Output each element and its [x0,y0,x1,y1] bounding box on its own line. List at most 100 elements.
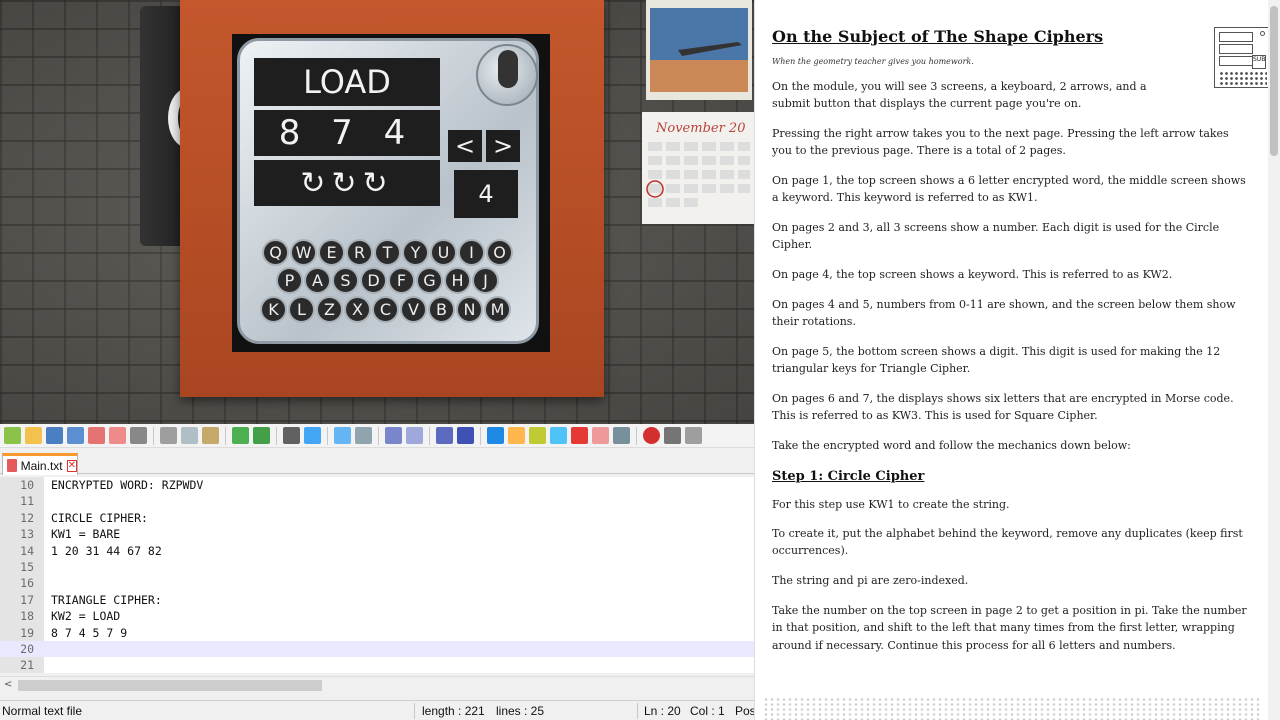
line-number: 10 [20,478,34,492]
scroll-left-icon[interactable]: < [4,679,16,691]
manual-paragraph: Take the number on the top screen in pag… [772,604,1247,652]
key-y[interactable]: Y [402,239,429,266]
undo-icon[interactable] [232,427,249,444]
key-b[interactable]: B [428,296,455,323]
close-all-icon[interactable] [109,427,126,444]
code-line[interactable]: 16 [0,575,754,591]
text-editor: Main.txt ✕ 10 ENCRYPTED WORD: RZPWDV 11 12 C… [0,424,756,720]
keyboard-row-3: K L Z X C V B N M [260,296,511,323]
key-p[interactable]: P [276,267,303,294]
manual-paragraph: The string and pi are zero-indexed. [772,574,969,587]
show-all-characters-icon[interactable] [457,427,474,444]
key-e[interactable]: E [318,239,345,266]
key-c[interactable]: C [372,296,399,323]
code-area[interactable]: 10 ENCRYPTED WORD: RZPWDV 11 12 CIRCLE CIPHE… [0,477,754,673]
code-line[interactable]: 20 [0,641,754,658]
code-line[interactable]: 18 KW2 = LOAD [0,608,754,624]
toolbar-separator [276,426,277,445]
key-k[interactable]: K [260,296,287,323]
key-m[interactable]: M [484,296,511,323]
code-line[interactable]: 19 8 7 4 5 7 9 [0,625,754,641]
toolbar-separator [429,426,430,445]
record-macro-icon[interactable] [643,427,660,444]
key-o[interactable]: O [486,239,513,266]
zoom-in-icon[interactable] [334,427,351,444]
code-line[interactable]: 17 TRIANGLE CIPHER: [0,592,754,608]
print-icon[interactable] [130,427,147,444]
folder-workspace-icon[interactable] [571,427,588,444]
key-q[interactable]: Q [262,239,289,266]
save-all-icon[interactable] [67,427,84,444]
submit-button[interactable]: 4 [454,170,518,218]
word-wrap-icon[interactable] [436,427,453,444]
key-s[interactable]: S [332,267,359,294]
copy-icon[interactable] [181,427,198,444]
key-d[interactable]: D [360,267,387,294]
indent-guide-icon[interactable] [487,427,504,444]
monitoring-icon[interactable] [613,427,630,444]
key-x[interactable]: X [344,296,371,323]
key-h[interactable]: H [444,267,471,294]
redo-icon[interactable] [253,427,270,444]
play-macro-icon[interactable] [685,427,702,444]
sync-horizontal-icon[interactable] [406,427,423,444]
editor-toolbar [0,424,754,448]
key-i[interactable]: I [458,239,485,266]
manual-paragraph: Take the encrypted word and follow the m… [772,439,1131,452]
status-position: Pos [735,704,756,718]
new-file-icon[interactable] [4,427,21,444]
code-line[interactable]: 13 KW1 = BARE [0,526,754,542]
line-number: 11 [20,494,34,509]
key-j[interactable]: J [472,267,499,294]
key-t[interactable]: T [374,239,401,266]
zoom-out-icon[interactable] [355,427,372,444]
vertical-scrollbar[interactable] [1268,0,1280,720]
line-number: 14 [20,543,34,558]
code-line[interactable]: 15 [0,559,754,575]
bottom-screen: ↻↻↻ [254,160,440,206]
code-line[interactable]: 12 CIRCLE CIPHER: [0,510,754,526]
manual-subtitle: When the geometry teacher gives you home… [772,57,974,66]
key-g[interactable]: G [416,267,443,294]
code-line[interactable]: 21 [0,657,754,673]
close-file-icon[interactable] [88,427,105,444]
left-arrow-button[interactable]: < [448,130,482,162]
right-arrow-button[interactable]: > [486,130,520,162]
stop-macro-icon[interactable] [664,427,681,444]
scrollbar-thumb[interactable] [18,680,322,691]
cut-icon[interactable] [160,427,177,444]
status-column: Col : 1 [690,704,725,718]
code-line[interactable]: 11 [0,493,754,509]
key-w[interactable]: W [290,239,317,266]
key-n[interactable]: N [456,296,483,323]
tab-close-icon[interactable]: ✕ [66,459,77,472]
key-f[interactable]: F [388,267,415,294]
sync-vertical-icon[interactable] [385,427,402,444]
code-line[interactable]: 14 1 20 31 44 67 82 [0,543,754,559]
scrollbar-thumb[interactable] [1270,6,1278,156]
key-a[interactable]: A [304,267,331,294]
open-folder-icon[interactable] [592,427,609,444]
key-u[interactable]: U [430,239,457,266]
tab-main-txt[interactable]: Main.txt ✕ [2,453,78,475]
line-text: 8 7 4 5 7 9 [51,625,128,640]
key-v[interactable]: V [400,296,427,323]
document-map-icon[interactable] [529,427,546,444]
line-text: KW2 = LOAD [51,609,121,624]
module-frame: LOAD 8 7 4 ↻↻↻ < > 4 Q W E R T Y U I O P… [180,0,604,397]
line-number: 18 [20,609,34,624]
key-l[interactable]: L [288,296,315,323]
save-icon[interactable] [46,427,63,444]
horizontal-scrollbar[interactable]: < [0,676,754,693]
open-file-icon[interactable] [25,427,42,444]
paste-icon[interactable] [202,427,219,444]
replace-icon[interactable] [304,427,321,444]
function-list-icon[interactable] [550,427,567,444]
key-r[interactable]: R [346,239,373,266]
user-language-icon[interactable] [508,427,525,444]
game-view: November 20 LOAD 8 7 4 ↻↻↻ < > 4 Q W E R… [0,0,754,424]
code-line[interactable]: 10 ENCRYPTED WORD: RZPWDV [0,477,754,493]
find-icon[interactable] [283,427,300,444]
diagram-submit: SUB [1252,55,1266,69]
key-z[interactable]: Z [316,296,343,323]
